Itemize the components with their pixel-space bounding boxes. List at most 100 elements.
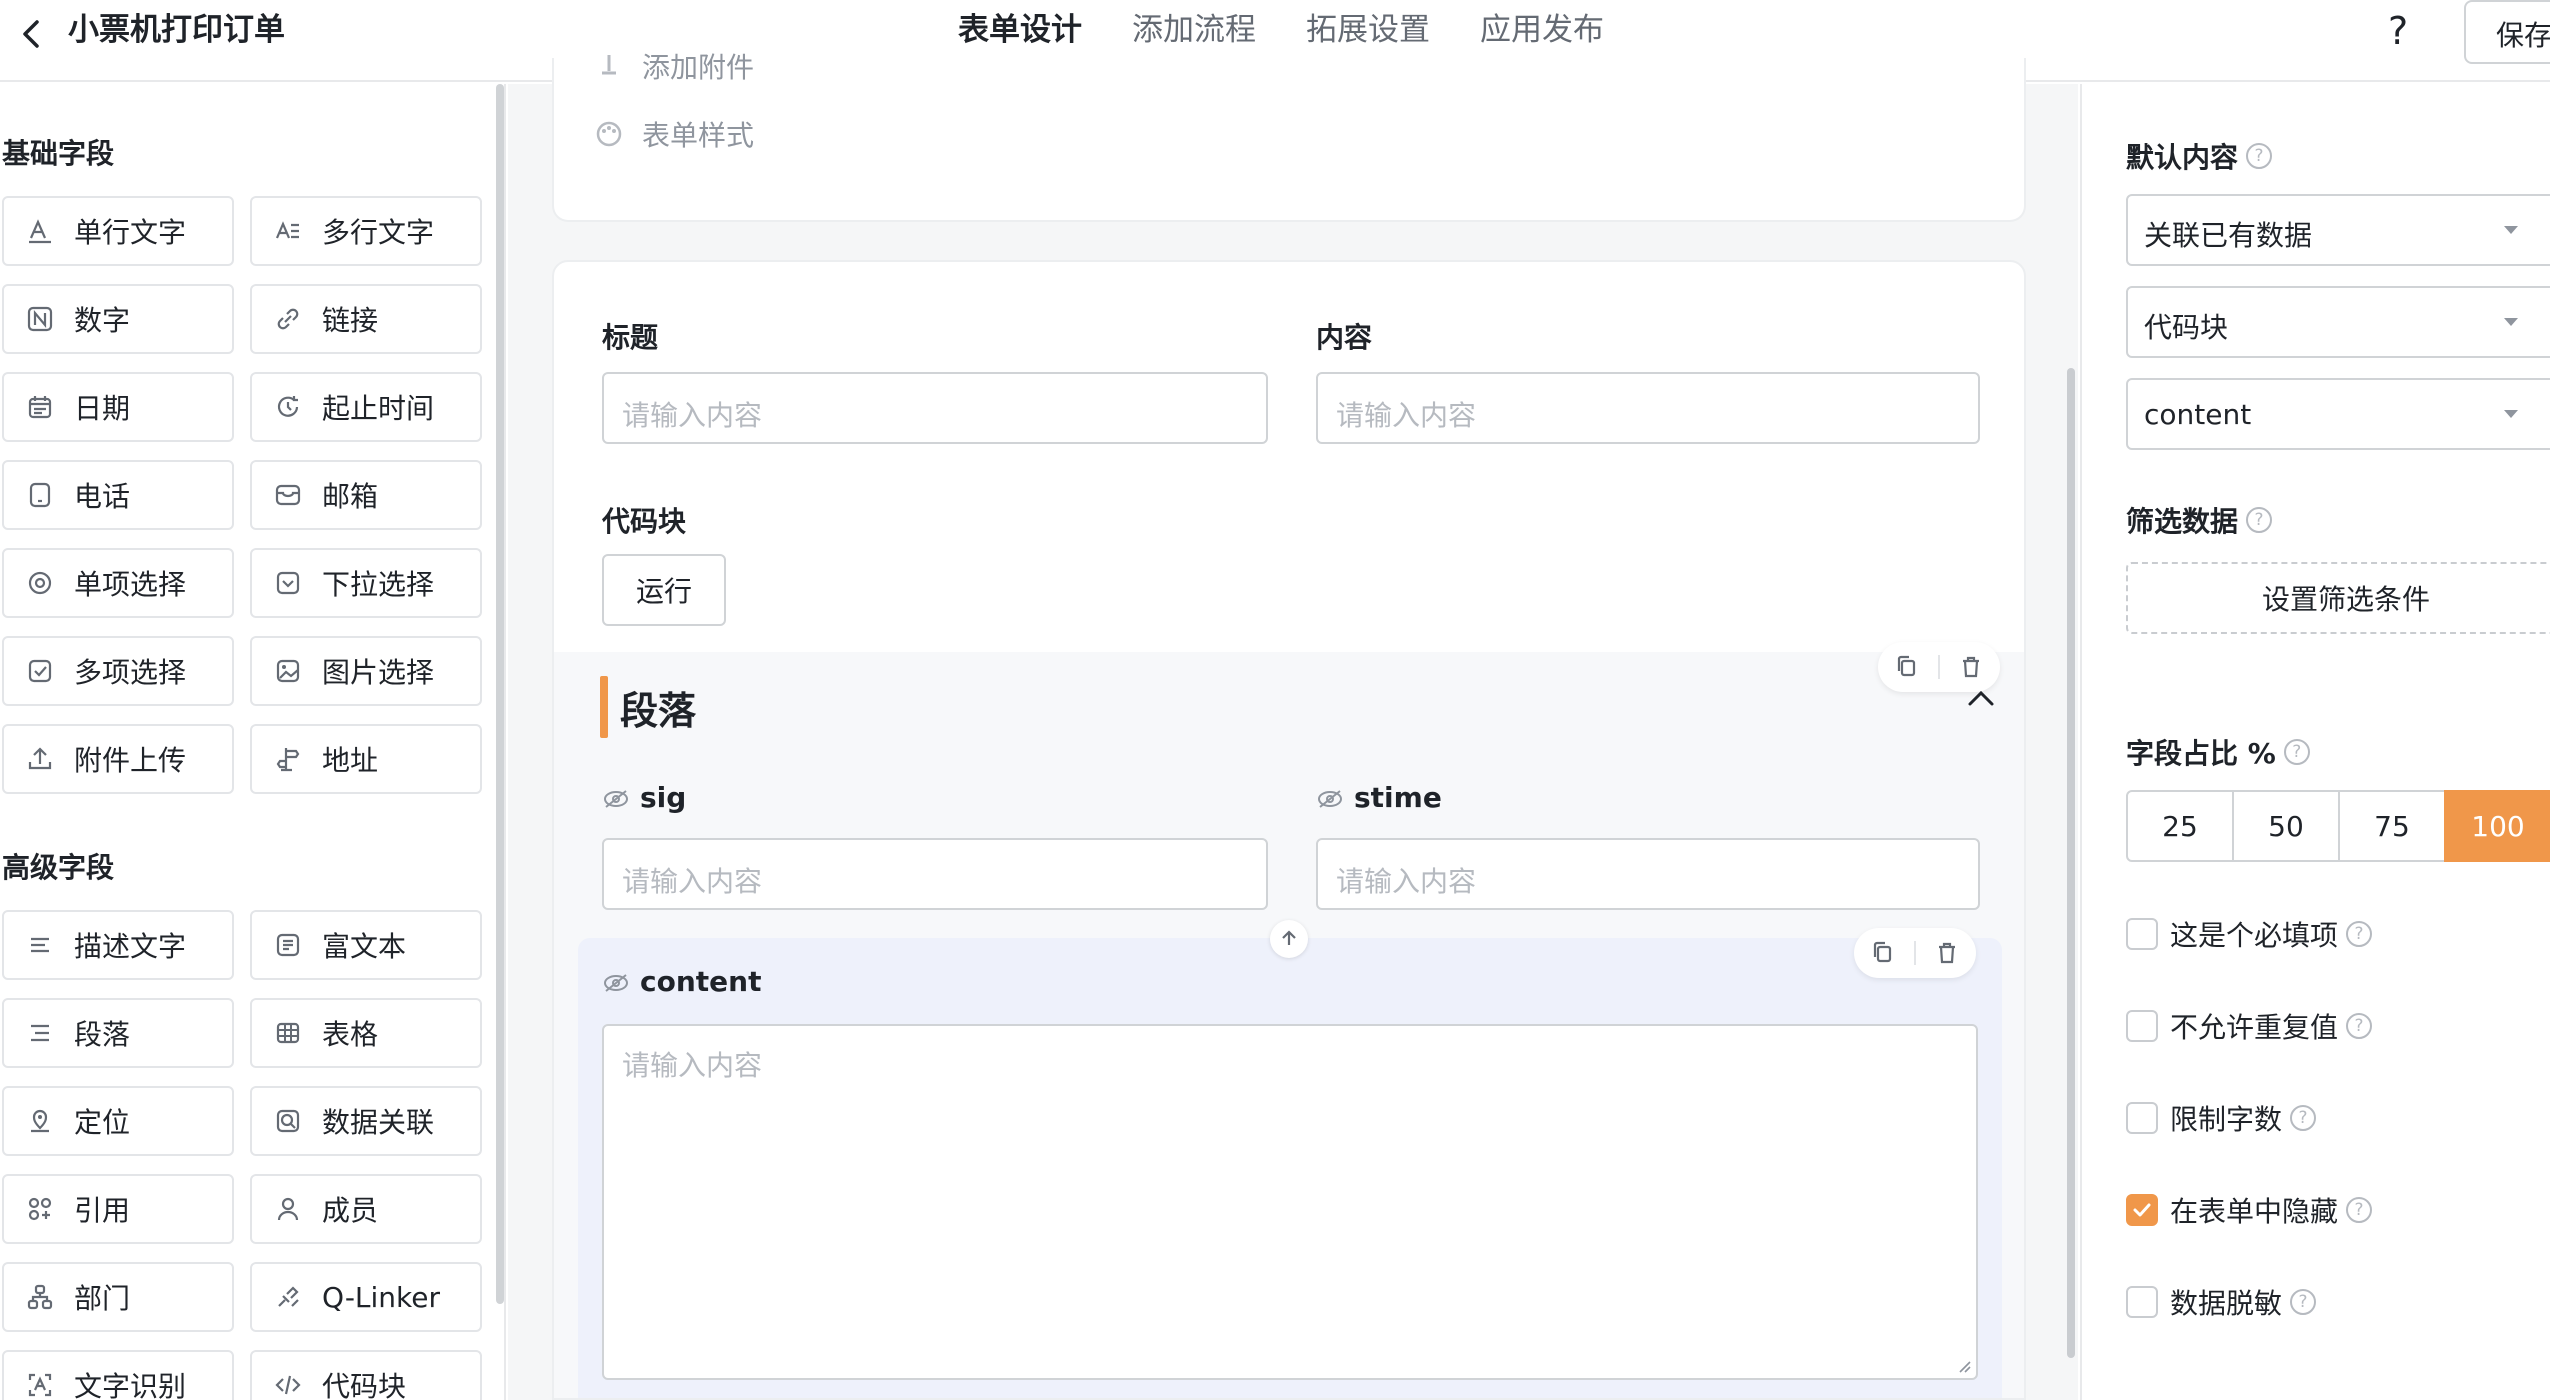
ratio-option-100[interactable]: 100 — [2444, 790, 2550, 862]
source-field-value: content — [2144, 398, 2252, 431]
help-circle-icon[interactable]: ? — [2246, 507, 2273, 533]
field-type-paragraph[interactable]: 段落 — [2, 998, 234, 1068]
field-type-ocr[interactable]: 文字识别 — [2, 1350, 234, 1400]
content-textarea[interactable]: 请输入内容 — [602, 1024, 1978, 1380]
single-line-text-icon — [24, 215, 56, 247]
title-input[interactable]: 请输入内容 — [602, 372, 1268, 444]
field-type-label: 多项选择 — [74, 656, 187, 689]
field-type-phone[interactable]: 电话 — [2, 460, 234, 530]
number-icon — [24, 303, 56, 335]
data-mask-checkbox-row[interactable]: 数据脱敏 ? — [2126, 1282, 2317, 1322]
field-type-radio[interactable]: 单项选择 — [2, 548, 234, 618]
caret-down-icon — [2504, 318, 2518, 326]
app-title: 小票机打印订单 — [68, 12, 285, 48]
field-type-number[interactable]: 数字 — [2, 284, 234, 354]
default-source-select[interactable]: 关联已有数据 — [2126, 194, 2550, 266]
toolbar-separator — [1938, 655, 1940, 679]
field-type-data-link[interactable]: 数据关联 — [250, 1086, 482, 1156]
field-type-dropdown[interactable]: 下拉选择 — [250, 548, 482, 618]
field-type-single-line-text[interactable]: 单行文字 — [2, 196, 234, 266]
code-block-label: 代码块 — [602, 505, 687, 538]
sig-input[interactable]: 请输入内容 — [602, 838, 1268, 910]
limit-length-checkbox-row[interactable]: 限制字数 ? — [2126, 1098, 2317, 1138]
field-type-link[interactable]: 链接 — [250, 284, 482, 354]
field-type-label: 地址 — [322, 744, 379, 777]
field-type-label: 多行文字 — [322, 216, 435, 249]
source-field-select[interactable]: content — [2126, 378, 2550, 450]
form-style-label: 表单样式 — [642, 119, 755, 152]
multi-line-text-icon — [272, 215, 304, 247]
field-type-time-range[interactable]: 起止时间 — [250, 372, 482, 442]
back-arrow-icon[interactable] — [12, 14, 52, 54]
help-circle-icon[interactable]: ? — [2290, 1289, 2317, 1315]
department-icon — [24, 1281, 56, 1313]
source-form-select[interactable]: 代码块 — [2126, 286, 2550, 358]
collapse-chevron-icon[interactable] — [1964, 682, 1998, 716]
field-type-qlinker[interactable]: Q-Linker — [250, 1262, 482, 1332]
field-type-multi-line-text[interactable]: 多行文字 — [250, 196, 482, 266]
phone-icon — [24, 479, 56, 511]
required-checkbox-row[interactable]: 这是个必填项 ? — [2126, 914, 2373, 954]
field-type-label: 文字识别 — [74, 1370, 187, 1400]
run-button[interactable]: 运行 — [602, 554, 726, 626]
help-circle-icon[interactable]: ? — [2283, 739, 2310, 765]
no-duplicate-checkbox-row[interactable]: 不允许重复值 ? — [2126, 1006, 2373, 1046]
filter-data-label: 筛选数据 ? — [2126, 500, 2273, 540]
field-type-label: 部门 — [74, 1282, 131, 1315]
content-input[interactable]: 请输入内容 — [1316, 372, 1980, 444]
limit-length-checkbox[interactable] — [2126, 1102, 2158, 1134]
field-type-label: 日期 — [74, 392, 131, 425]
canvas-scrollbar[interactable] — [2067, 368, 2075, 1358]
stime-input[interactable]: 请输入内容 — [1316, 838, 1980, 910]
delete-icon[interactable] — [1932, 938, 1962, 968]
field-type-location[interactable]: 定位 — [2, 1086, 234, 1156]
move-up-button[interactable] — [1270, 920, 1308, 958]
help-circle-icon[interactable]: ? — [2346, 921, 2373, 947]
help-circle-icon[interactable]: ? — [2290, 1105, 2317, 1131]
help-circle-icon[interactable]: ? — [2246, 143, 2273, 169]
required-checkbox[interactable] — [2126, 918, 2158, 950]
sidebar-scrollbar[interactable] — [496, 84, 504, 1304]
save-button[interactable]: 保存 — [2464, 0, 2550, 64]
qlinker-icon — [272, 1281, 304, 1313]
field-type-image[interactable]: 图片选择 — [250, 636, 482, 706]
content-block-label: content — [640, 965, 762, 998]
field-type-rich-text[interactable]: 富文本 — [250, 910, 482, 980]
add-attachment-item[interactable]: 添加附件 — [594, 46, 754, 86]
ratio-option-50[interactable]: 50 — [2232, 790, 2340, 862]
field-ratio-group: 25 50 75 100 — [2126, 790, 2550, 862]
field-type-description[interactable]: 描述文字 — [2, 910, 234, 980]
help-icon[interactable]: ? — [2388, 10, 2408, 52]
field-type-code[interactable]: 代码块 — [250, 1350, 482, 1400]
data-mask-checkbox[interactable] — [2126, 1286, 2158, 1318]
field-type-calendar[interactable]: 日期 — [2, 372, 234, 442]
limit-length-label: 限制字数 — [2170, 1103, 2283, 1136]
field-type-checkbox[interactable]: 多项选择 — [2, 636, 234, 706]
no-duplicate-checkbox[interactable] — [2126, 1010, 2158, 1042]
field-type-upload[interactable]: 附件上传 — [2, 724, 234, 794]
help-circle-icon[interactable]: ? — [2346, 1013, 2373, 1039]
field-type-member[interactable]: 成员 — [250, 1174, 482, 1244]
hide-in-form-checkbox[interactable] — [2126, 1194, 2158, 1226]
ratio-option-75[interactable]: 75 — [2338, 790, 2446, 862]
default-source-value: 关联已有数据 — [2144, 219, 2313, 252]
field-type-mail[interactable]: 邮箱 — [250, 460, 482, 530]
set-filter-button[interactable]: 设置筛选条件 — [2126, 562, 2550, 634]
resize-grip-icon[interactable] — [1956, 1358, 1972, 1374]
field-type-reference[interactable]: 引用 — [2, 1174, 234, 1244]
check-mark-icon — [2133, 1203, 2151, 1217]
field-type-label: 起止时间 — [322, 392, 435, 425]
copy-icon[interactable] — [1868, 938, 1898, 968]
form-style-item[interactable]: 表单样式 — [594, 114, 754, 154]
field-type-address[interactable]: 地址 — [250, 724, 482, 794]
ratio-option-25[interactable]: 25 — [2126, 790, 2234, 862]
default-content-label: 默认内容 ? — [2126, 136, 2273, 176]
field-type-department[interactable]: 部门 — [2, 1262, 234, 1332]
delete-icon[interactable] — [1956, 652, 1986, 682]
code-icon — [272, 1369, 304, 1400]
rich-text-icon — [272, 929, 304, 961]
help-circle-icon[interactable]: ? — [2346, 1197, 2373, 1223]
copy-icon[interactable] — [1892, 652, 1922, 682]
hide-in-form-checkbox-row[interactable]: 在表单中隐藏 ? — [2126, 1190, 2373, 1230]
field-type-table[interactable]: 表格 — [250, 998, 482, 1068]
